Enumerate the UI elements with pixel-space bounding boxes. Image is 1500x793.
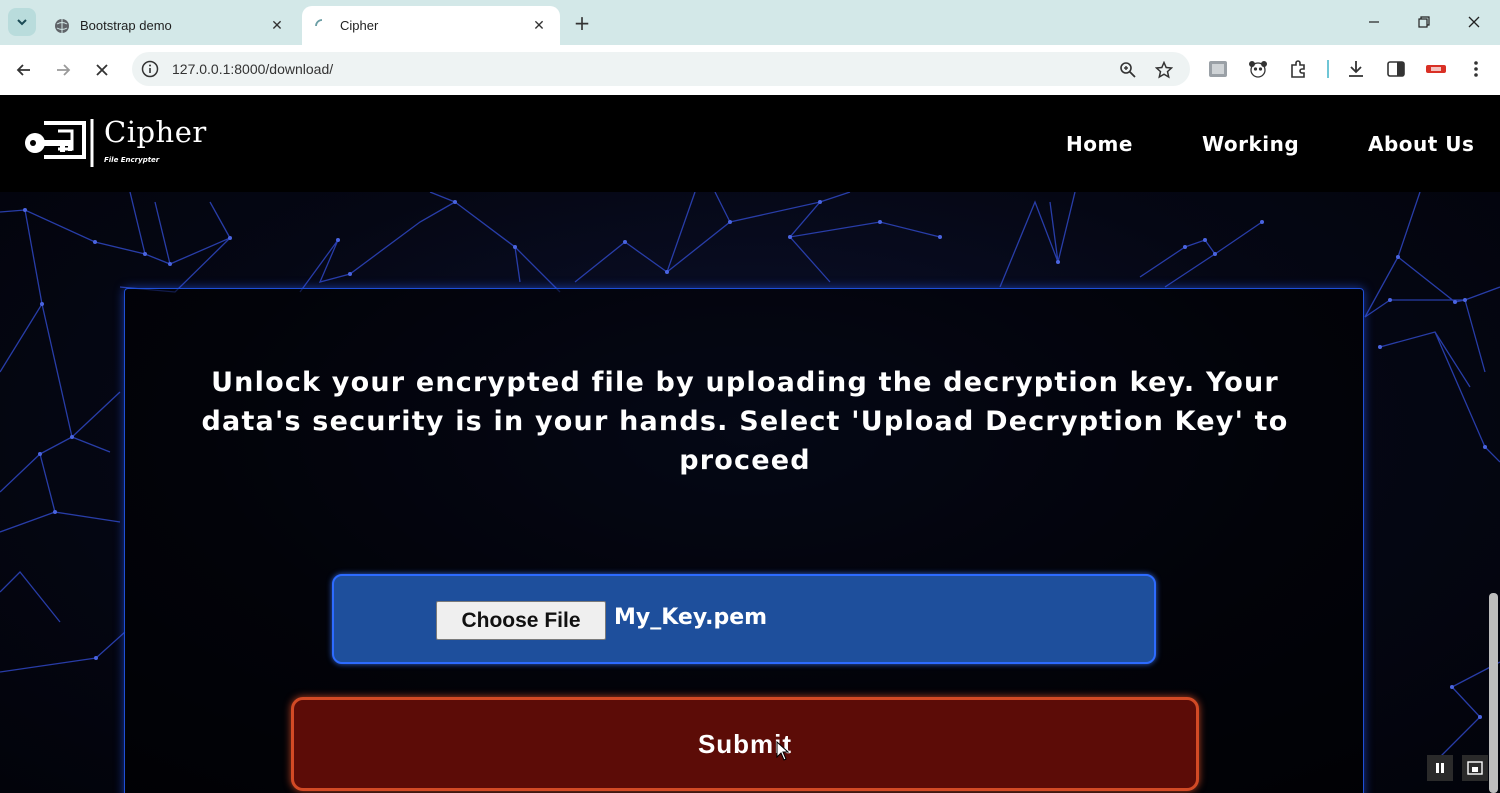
tab-search-button[interactable] — [8, 8, 36, 36]
globe-icon — [54, 18, 70, 34]
browser-tab-strip: Bootstrap demo ✕ Cipher ✕ + — [0, 0, 1500, 45]
logo-name: Cipher — [104, 115, 207, 149]
picture-in-picture-icon[interactable] — [1462, 755, 1488, 781]
key-folder-logo-icon — [25, 119, 94, 167]
logo-tagline: File Encrypter — [104, 156, 160, 164]
extensions-puzzle-icon[interactable] — [1286, 57, 1310, 81]
choose-file-button[interactable]: Choose File — [436, 601, 606, 640]
restore-icon[interactable] — [1406, 8, 1442, 36]
zoom-icon[interactable] — [1117, 59, 1139, 81]
site-info-icon[interactable] — [140, 59, 160, 79]
download-icon[interactable] — [1344, 57, 1368, 81]
nav-home[interactable]: Home — [1066, 132, 1133, 156]
site-navbar: Cipher File Encrypter Home Working About… — [0, 95, 1500, 223]
loading-spinner-icon — [314, 18, 330, 34]
chevron-down-icon — [17, 19, 27, 26]
tab-title: Bootstrap demo — [80, 18, 172, 33]
tab-bootstrap-demo[interactable]: Bootstrap demo ✕ — [42, 6, 298, 45]
page-scrollbar-thumb[interactable] — [1489, 593, 1498, 793]
close-window-icon[interactable] — [1456, 8, 1492, 36]
instruction-text: Unlock your encrypted file by uploading … — [201, 367, 1289, 476]
nav-about-us[interactable]: About Us — [1368, 132, 1474, 156]
address-bar[interactable]: 127.0.0.1:8000/download/ — [132, 52, 1190, 86]
url-text[interactable]: 127.0.0.1:8000/download/ — [172, 61, 333, 77]
toolbar-divider — [1327, 60, 1329, 78]
new-tab-button[interactable]: + — [570, 11, 594, 35]
submit-button[interactable]: Submit — [291, 697, 1199, 791]
mouse-pointer-icon — [776, 741, 790, 761]
file-upload-field[interactable]: Choose File My_Key.pem — [332, 574, 1156, 664]
more-menu-icon[interactable] — [1464, 57, 1488, 81]
pause-icon[interactable] — [1427, 755, 1453, 781]
back-icon[interactable] — [10, 57, 38, 83]
nav-working[interactable]: Working — [1202, 132, 1299, 156]
site-logo[interactable]: Cipher File Encrypter — [22, 115, 222, 169]
decrypt-card: Unlock your encrypted file by uploading … — [124, 288, 1364, 793]
extension-photo-icon[interactable] — [1206, 57, 1230, 81]
selected-file-name: My_Key.pem — [614, 605, 768, 630]
extension-panda-icon[interactable] — [1246, 57, 1270, 81]
tab-title: Cipher — [340, 18, 379, 33]
minimize-icon[interactable] — [1356, 8, 1392, 36]
side-panel-icon[interactable] — [1384, 57, 1408, 81]
web-page: Cipher File Encrypter Home Working About… — [0, 95, 1500, 793]
browser-toolbar: 127.0.0.1:8000/download/ — [0, 45, 1500, 95]
forward-icon[interactable] — [49, 57, 77, 83]
stop-loading-icon[interactable] — [88, 57, 116, 83]
bookmark-star-icon[interactable] — [1153, 59, 1175, 81]
tab-cipher[interactable]: Cipher ✕ — [302, 6, 560, 45]
close-tab-icon[interactable]: ✕ — [268, 17, 286, 35]
extension-record-icon[interactable] — [1424, 57, 1448, 81]
close-tab-icon[interactable]: ✕ — [530, 17, 548, 35]
